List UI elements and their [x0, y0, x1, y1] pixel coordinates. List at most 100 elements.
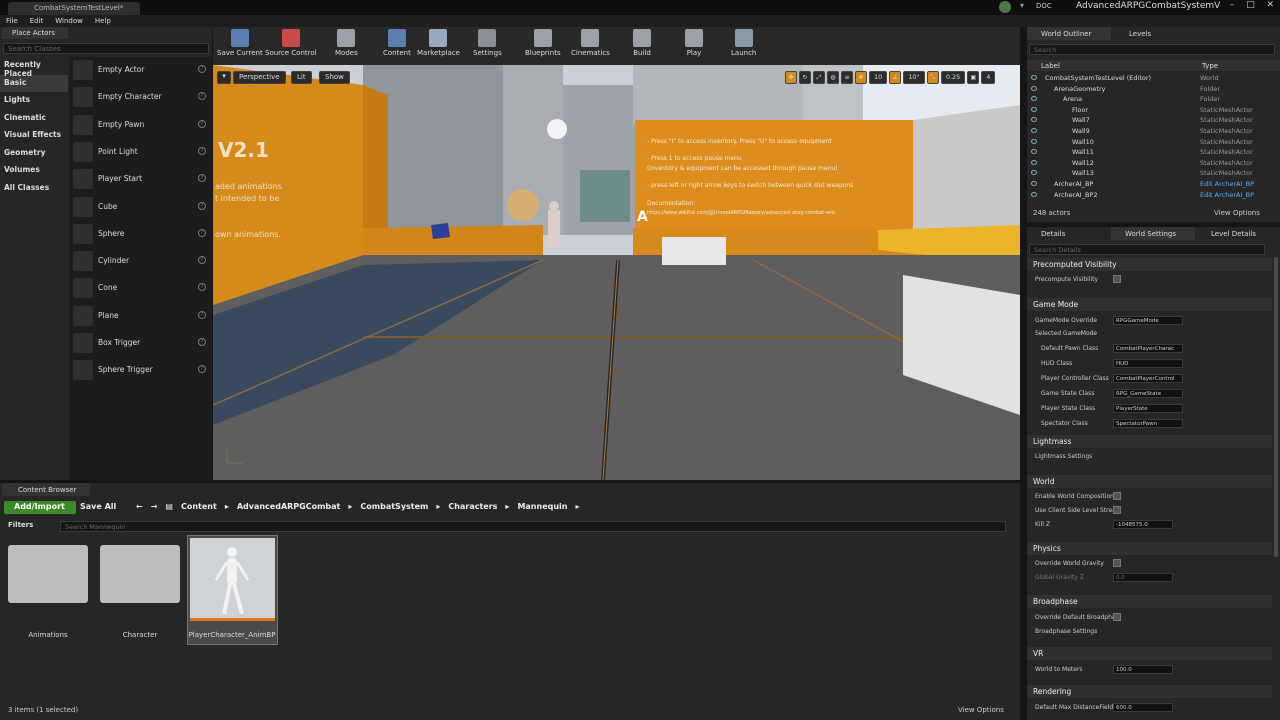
- translate-tool-icon[interactable]: ✥: [785, 71, 797, 84]
- folder-animations-icon[interactable]: [8, 545, 88, 603]
- scale-snap-value[interactable]: 0.25: [940, 71, 966, 84]
- marketplace-button[interactable]: Marketplace: [417, 29, 460, 57]
- actor-item-sphere-trigger[interactable]: Sphere Trigger?: [69, 357, 212, 384]
- gamemode-override-select[interactable]: RPGGameMode: [1113, 316, 1183, 325]
- tab-details[interactable]: Details: [1027, 227, 1107, 240]
- asset-label-animations[interactable]: Animations: [3, 631, 93, 639]
- section-rendering[interactable]: Rendering: [1027, 685, 1272, 698]
- section-lightmass[interactable]: Lightmass: [1027, 435, 1272, 448]
- precompute-visibility-checkbox[interactable]: [1113, 275, 1121, 283]
- override-gravity-checkbox[interactable]: [1113, 559, 1121, 567]
- play-button[interactable]: Play: [685, 29, 703, 57]
- launch-button[interactable]: Launch: [731, 29, 756, 57]
- camera-speed-icon[interactable]: ▣: [967, 71, 980, 84]
- world-local-icon[interactable]: ◍: [827, 71, 839, 84]
- viewport-options-button[interactable]: ▾: [217, 71, 231, 84]
- save-current-button[interactable]: Save Current: [217, 29, 263, 57]
- player-state-select[interactable]: PlayerState: [1113, 404, 1183, 413]
- filters-button[interactable]: Filters: [8, 521, 33, 529]
- details-scrollbar[interactable]: [1274, 257, 1278, 557]
- tab-world-settings[interactable]: World Settings: [1111, 227, 1195, 240]
- outliner-row[interactable]: Wall13 StaticMeshActor: [1027, 168, 1280, 179]
- outliner-row[interactable]: ArcherAI_BP Edit ArcherAI_BP: [1027, 179, 1280, 190]
- edit-blueprint-link[interactable]: Edit ArcherAI_BP: [1200, 180, 1254, 188]
- scale-snap-icon[interactable]: ⤡: [926, 71, 939, 84]
- level-tab[interactable]: CombatSystemTestLevel*: [8, 2, 140, 15]
- actor-item-empty-actor[interactable]: Empty Actor?: [69, 57, 212, 84]
- outliner-row[interactable]: Wall11 StaticMeshActor: [1027, 147, 1280, 158]
- crumb-content[interactable]: Content: [181, 502, 217, 511]
- folder-character-icon[interactable]: [100, 545, 180, 603]
- class-search-input[interactable]: Search Classes: [3, 43, 209, 54]
- prop-lightmass-settings[interactable]: Lightmass Settings: [1035, 453, 1092, 460]
- rotation-snap-icon[interactable]: ∠: [889, 71, 902, 84]
- spectator-select[interactable]: SpectatorPawn: [1113, 419, 1183, 428]
- cinematics-button[interactable]: Cinematics: [571, 29, 610, 57]
- content-browser-tab[interactable]: Content Browser: [2, 483, 90, 496]
- col-type[interactable]: Type: [1202, 62, 1218, 70]
- tab-level-details[interactable]: Level Details: [1197, 227, 1277, 240]
- tab-levels[interactable]: Levels: [1115, 27, 1165, 40]
- scale-tool-icon[interactable]: ⤢: [813, 71, 825, 84]
- grid-snap-value[interactable]: 10: [869, 71, 888, 84]
- content-search-input[interactable]: Search Mannequin: [60, 521, 1006, 532]
- visibility-eye-icon[interactable]: [1031, 138, 1037, 144]
- actor-item-empty-character[interactable]: Empty Character?: [69, 84, 212, 111]
- place-actors-tab[interactable]: Place Actors: [2, 27, 68, 39]
- actor-item-sphere[interactable]: Sphere?: [69, 221, 212, 248]
- back-icon[interactable]: ←: [136, 502, 143, 511]
- outliner-row[interactable]: CombatSystemTestLevel (Editor) World: [1027, 73, 1280, 84]
- grid-snap-icon[interactable]: #: [855, 71, 867, 84]
- help-icon[interactable]: ?: [198, 256, 206, 265]
- save-all-button[interactable]: Save All: [80, 502, 116, 511]
- add-import-button[interactable]: Add/Import: [4, 501, 76, 514]
- build-button[interactable]: Build: [633, 29, 651, 57]
- visibility-eye-icon[interactable]: [1031, 75, 1037, 80]
- visibility-eye-icon[interactable]: [1031, 106, 1037, 112]
- show-button[interactable]: Show: [319, 71, 350, 84]
- modes-button[interactable]: Modes: [335, 29, 358, 57]
- source-control-button[interactable]: Source Control: [265, 29, 317, 57]
- help-icon[interactable]: ?: [198, 201, 206, 210]
- rotation-snap-value[interactable]: 10°: [903, 71, 925, 84]
- outliner-row[interactable]: Wall12 StaticMeshActor: [1027, 158, 1280, 169]
- actor-item-player-start[interactable]: Player Start?: [69, 166, 212, 193]
- menu-window[interactable]: Window: [55, 15, 83, 27]
- prop-broadphase-settings[interactable]: Broadphase Settings: [1035, 628, 1097, 635]
- visibility-eye-icon[interactable]: [1031, 159, 1037, 165]
- default-pawn-select[interactable]: CombatPlayerCharac: [1113, 344, 1183, 353]
- asset-label-character[interactable]: Character: [95, 631, 185, 639]
- menu-help[interactable]: Help: [95, 15, 111, 27]
- edit-blueprint-link[interactable]: Edit ArcherAI_BP: [1200, 191, 1254, 199]
- section-precomputed-visibility[interactable]: Precomputed Visibility: [1027, 258, 1272, 271]
- actor-item-cylinder[interactable]: Cylinder?: [69, 248, 212, 275]
- surface-snap-icon[interactable]: ≡: [841, 71, 853, 84]
- outliner-row[interactable]: Floor StaticMeshActor: [1027, 105, 1280, 116]
- help-icon[interactable]: ?: [198, 174, 206, 183]
- col-label[interactable]: Label: [1041, 62, 1060, 70]
- help-icon[interactable]: ?: [198, 228, 206, 237]
- category-geometry[interactable]: Geometry: [0, 145, 68, 163]
- visibility-eye-icon[interactable]: [1031, 117, 1037, 123]
- perspective-button[interactable]: Perspective: [233, 71, 286, 84]
- category-recently-placed[interactable]: Recently Placed: [0, 57, 68, 78]
- help-icon[interactable]: ?: [198, 92, 206, 101]
- outliner-view-options[interactable]: View Options: [1214, 209, 1260, 217]
- lit-button[interactable]: Lit: [291, 71, 312, 84]
- hud-class-select[interactable]: HUD: [1113, 359, 1183, 368]
- forward-icon[interactable]: →: [151, 502, 158, 511]
- tab-world-outliner[interactable]: World Outliner: [1027, 27, 1111, 40]
- content-button[interactable]: Content: [383, 29, 411, 57]
- category-all-classes[interactable]: All Classes: [0, 180, 68, 198]
- section-game-mode[interactable]: Game Mode: [1027, 298, 1272, 311]
- section-physics[interactable]: Physics: [1027, 542, 1272, 555]
- visibility-eye-icon[interactable]: [1031, 128, 1037, 133]
- actor-item-cube[interactable]: Cube?: [69, 194, 212, 221]
- category-cinematic[interactable]: Cinematic: [0, 110, 68, 128]
- client-side-checkbox[interactable]: [1113, 506, 1121, 514]
- outliner-row[interactable]: Wall9 StaticMeshActor: [1027, 126, 1280, 137]
- crumb-combatsystem[interactable]: CombatSystem: [360, 502, 428, 511]
- outliner-row[interactable]: Wall10 StaticMeshActor: [1027, 137, 1280, 148]
- category-volumes[interactable]: Volumes: [0, 162, 68, 180]
- maximize-icon[interactable]: □: [1246, 0, 1255, 15]
